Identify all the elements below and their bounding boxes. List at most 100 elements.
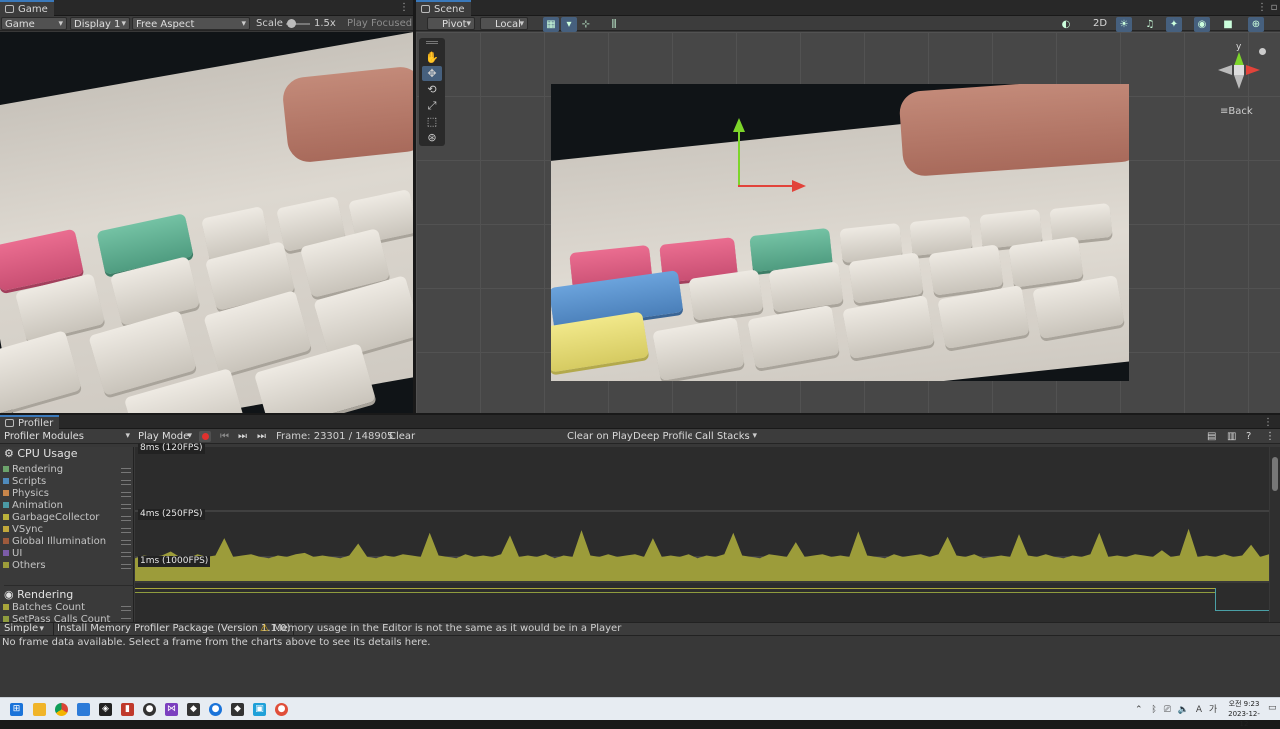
unity-icon[interactable]: ◈ xyxy=(99,703,112,716)
tab-profiler[interactable]: Profiler xyxy=(0,415,60,429)
tab-game[interactable]: Game xyxy=(0,0,54,16)
display-dropdown[interactable]: Display 1 xyxy=(70,17,130,30)
move-gizmo-x-arrow[interactable] xyxy=(792,180,806,192)
reorder-handle[interactable] xyxy=(121,552,131,557)
reorder-handle[interactable] xyxy=(121,528,131,533)
reorder-handle[interactable] xyxy=(121,540,131,545)
scene-more-menu-icon[interactable]: ⋮ xyxy=(1256,0,1268,16)
module-item[interactable]: Batches Count xyxy=(3,602,85,613)
module-item[interactable]: Global Illumination xyxy=(3,536,106,547)
reorder-handle[interactable] xyxy=(121,504,131,509)
move-gizmo-y-axis[interactable] xyxy=(738,130,740,186)
scene-view[interactable]: y ≡Back xyxy=(416,32,1280,413)
move-gizmo-x-axis[interactable] xyxy=(738,185,794,187)
previous-frame-icon[interactable]: ⏮ xyxy=(217,430,232,443)
deep-profile-button[interactable]: Deep Profile xyxy=(630,430,697,443)
call-stacks-dropdown[interactable]: Call Stacks xyxy=(692,430,760,443)
gizmos-icon[interactable]: ⊕ xyxy=(1248,17,1264,32)
scale-slider[interactable] xyxy=(286,19,310,28)
cpu-module-header[interactable]: ⚙ CPU Usage xyxy=(4,447,78,460)
gizmo-center-cube[interactable] xyxy=(1234,65,1244,75)
reorder-handle[interactable] xyxy=(121,492,131,497)
bluetooth-icon[interactable]: ᛒ xyxy=(1151,705,1156,715)
scale-slider-thumb[interactable] xyxy=(287,19,296,28)
lighting-toggle-icon[interactable]: ☀ xyxy=(1116,17,1132,32)
maximize-icon[interactable]: ▫ xyxy=(1268,0,1280,16)
reorder-handle[interactable] xyxy=(121,564,131,569)
profiler-more-menu-icon[interactable]: ⋮ xyxy=(1262,415,1274,429)
ime-icon[interactable]: A xyxy=(1196,705,1202,715)
reorder-handle[interactable] xyxy=(121,468,131,473)
app-icon[interactable]: ▮ xyxy=(121,703,134,716)
record-icon[interactable] xyxy=(199,431,211,442)
reorder-handle[interactable] xyxy=(121,516,131,521)
aspect-dropdown[interactable]: Free Aspect xyxy=(132,17,250,30)
rect-tool-icon[interactable]: ⬚ xyxy=(422,114,442,129)
explorer-folder-icon[interactable] xyxy=(77,703,90,716)
pivot-dropdown[interactable]: Pivot xyxy=(427,17,475,30)
rendering-module-header[interactable]: ◉ Rendering xyxy=(4,585,134,601)
play-mode-dropdown[interactable]: Play Mode xyxy=(135,430,195,443)
clock[interactable]: 오전 9:23 2023-12-12 xyxy=(1224,699,1264,729)
grid-snapping-icon[interactable]: ▦ xyxy=(543,17,559,32)
back-view-label[interactable]: ≡Back xyxy=(1220,106,1253,117)
local-dropdown[interactable]: Local xyxy=(480,17,528,30)
windows-start-icon[interactable]: ⊞ xyxy=(10,703,23,716)
gizmo-y-cone[interactable] xyxy=(1234,52,1244,66)
game-more-menu-icon[interactable]: ⋮ xyxy=(398,0,410,16)
cpu-usage-chart[interactable]: 8ms (120FPS) 4ms (250FPS) 1ms (1000FPS) xyxy=(135,443,1269,581)
increment-snap-icon[interactable]: ⊹ xyxy=(578,17,594,32)
audio-toggle-icon[interactable]: ♫ xyxy=(1142,17,1158,32)
view-mode-dropdown[interactable]: Simple xyxy=(1,623,47,635)
tray-chevron-icon[interactable]: ⌃ xyxy=(1135,705,1143,715)
clear-on-play-button[interactable]: Clear on Play xyxy=(564,430,636,443)
play-focused-button[interactable]: Play Focused xyxy=(344,17,415,30)
module-item[interactable]: GarbageCollector xyxy=(3,512,99,523)
module-item[interactable]: Others xyxy=(3,560,46,571)
next-frame-icon[interactable]: ⏭ xyxy=(235,430,250,443)
module-item[interactable]: Scripts xyxy=(3,476,46,487)
mode-2d-button[interactable]: 2D xyxy=(1090,17,1110,30)
overlay-drag-handle[interactable] xyxy=(426,41,438,44)
file-explorer-icon[interactable] xyxy=(33,703,46,716)
help-icon[interactable]: ? xyxy=(1243,430,1254,443)
module-item[interactable]: Physics xyxy=(3,488,49,499)
unity-editor-icon[interactable]: ◆ xyxy=(231,703,244,716)
module-item[interactable]: Rendering xyxy=(3,464,63,475)
photos-icon[interactable]: ▣ xyxy=(253,703,266,716)
install-memory-profiler-button[interactable]: Install Memory Profiler Package (Version… xyxy=(53,623,295,636)
game-mode-dropdown[interactable]: Game xyxy=(1,17,67,30)
module-item[interactable]: Animation xyxy=(3,500,63,511)
scale-tool-icon[interactable]: ⤢ xyxy=(422,98,442,113)
grid-dropdown-icon[interactable]: ▾ xyxy=(561,17,577,32)
camera-settings-icon[interactable]: ■ xyxy=(1220,17,1236,32)
transform-tool-icon[interactable]: ⊛ xyxy=(422,130,442,145)
chart-scrollbar[interactable] xyxy=(1270,447,1280,622)
move-gizmo-y-arrow[interactable] xyxy=(733,118,745,132)
module-item[interactable]: UI xyxy=(3,548,22,559)
rotate-tool-icon[interactable]: ⟲ xyxy=(422,82,442,97)
unity-hub-icon[interactable]: ◆ xyxy=(187,703,200,716)
scene-visibility-icon[interactable]: ◉ xyxy=(1194,17,1210,32)
chart-scrollbar-thumb[interactable] xyxy=(1272,457,1278,491)
module-item[interactable]: VSync xyxy=(3,524,43,535)
notification-icon[interactable]: ▭ xyxy=(1268,703,1277,713)
rendering-chart[interactable] xyxy=(135,583,1269,622)
hand-tool-icon[interactable]: ✋ xyxy=(422,50,442,65)
chrome-icon[interactable] xyxy=(55,703,68,716)
visual-studio-icon[interactable]: ⋈ xyxy=(165,703,178,716)
profiler-modules-dropdown[interactable]: Profiler Modules xyxy=(1,430,133,443)
network-icon[interactable]: ⎚ xyxy=(1164,705,1171,715)
effects-toggle-icon[interactable]: ✦ xyxy=(1166,17,1182,32)
gizmo-x-cone[interactable] xyxy=(1246,65,1260,75)
load-icon[interactable]: ▤ xyxy=(1204,430,1219,443)
draw-mode-icon[interactable]: ◐ xyxy=(1058,17,1074,32)
gizmo-neg-y-cone[interactable] xyxy=(1234,75,1244,89)
github-icon[interactable]: ● xyxy=(143,703,156,716)
toolbar-overlay-icon[interactable]: ⫼ xyxy=(606,17,622,32)
save-icon[interactable]: ▥ xyxy=(1224,430,1239,443)
clear-button[interactable]: Clear xyxy=(386,430,418,443)
move-tool-icon[interactable]: ✥ xyxy=(422,66,442,81)
orientation-gizmo[interactable]: y xyxy=(1216,42,1262,92)
last-frame-icon[interactable]: ⏭ xyxy=(254,430,269,443)
